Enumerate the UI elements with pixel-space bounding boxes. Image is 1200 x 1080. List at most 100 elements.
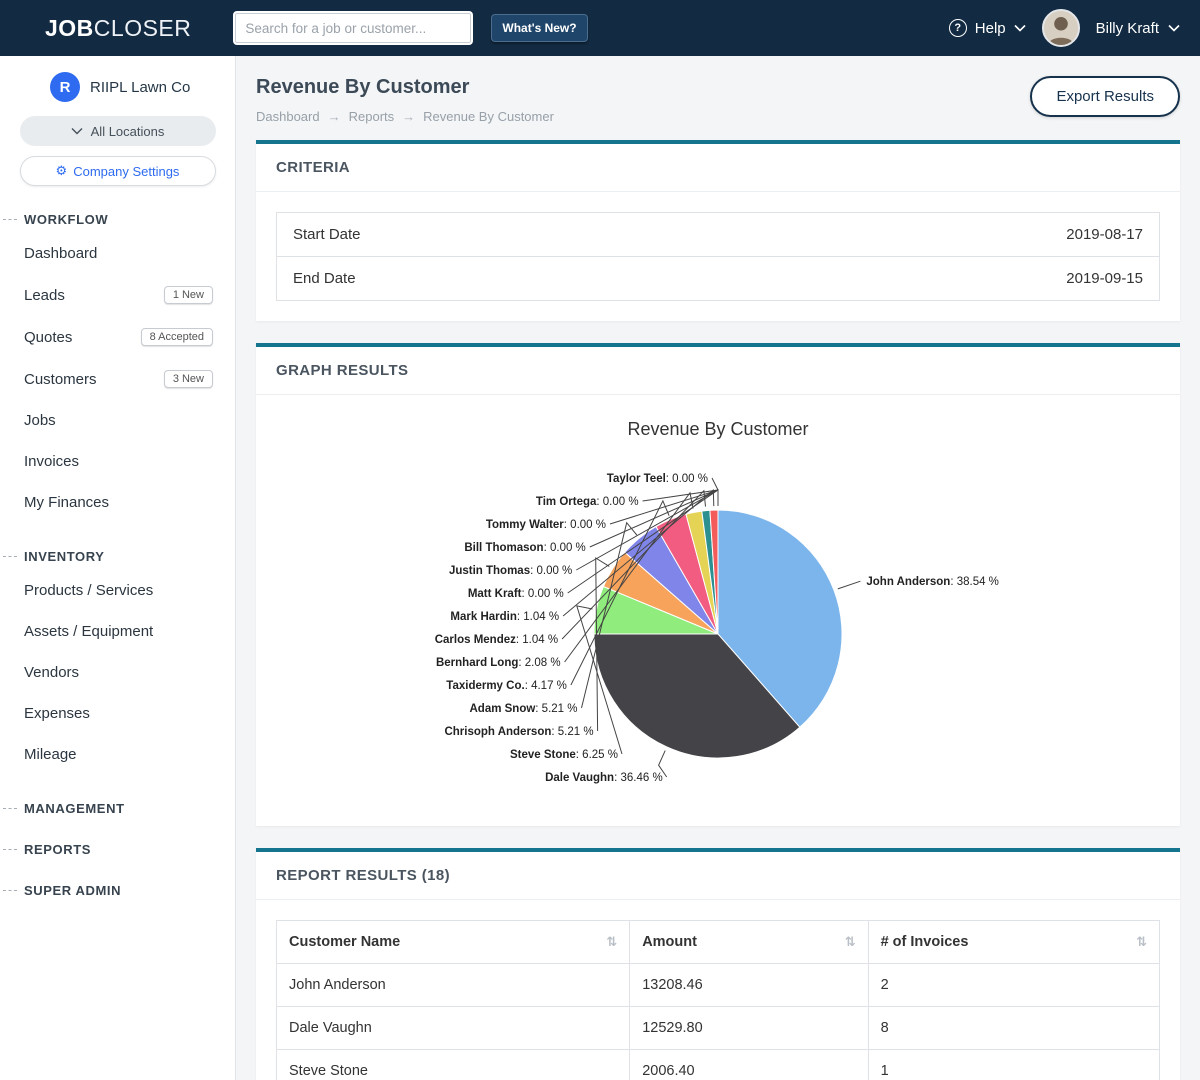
table-cell: Steve Stone <box>277 1050 630 1080</box>
report-card-title: REPORT RESULTS (18) <box>256 852 1180 900</box>
chevron-down-icon <box>71 127 83 135</box>
sidebar-item-dashboard[interactable]: Dashboard <box>0 233 235 274</box>
sidebar-item-mileage[interactable]: Mileage <box>0 734 235 775</box>
breadcrumb-item-revenue-by-customer: Revenue By Customer <box>423 109 554 124</box>
section-dash-icon <box>3 808 17 809</box>
column-header-of-invoices[interactable]: # of Invoices⇅ <box>868 921 1159 964</box>
criteria-label: End Date <box>293 270 356 287</box>
table-cell: 2 <box>868 964 1159 1007</box>
sidebar-item-expenses[interactable]: Expenses <box>0 693 235 734</box>
section-dash-icon <box>3 556 17 557</box>
company-header[interactable]: R RIIPL Lawn Co <box>0 72 235 102</box>
help-menu[interactable]: ? Help <box>949 19 1026 37</box>
pie-label-dale-vaughn: Dale Vaughn: 36.46 % <box>545 772 663 784</box>
sidebar-item-label: Mileage <box>24 746 77 763</box>
column-header-customer-name[interactable]: Customer Name⇅ <box>277 921 630 964</box>
section-label: REPORTS <box>24 842 91 857</box>
table-row[interactable]: Dale Vaughn12529.808 <box>277 1007 1160 1050</box>
sidebar-item-label: Invoices <box>24 453 79 470</box>
section-label: MANAGEMENT <box>24 801 125 816</box>
table-body: John Anderson13208.462Dale Vaughn12529.8… <box>277 964 1160 1080</box>
breadcrumb-arrow-icon: → <box>328 109 341 124</box>
app-logo[interactable]: JOBCLOSER <box>45 15 191 42</box>
section-label: WORKFLOW <box>24 212 108 227</box>
sidebar-item-my-finances[interactable]: My Finances <box>0 482 235 523</box>
user-menu[interactable]: Billy Kraft <box>1096 20 1180 37</box>
status-badge: 8 Accepted <box>141 328 213 346</box>
graph-card-title: GRAPH RESULTS <box>256 347 1180 395</box>
locations-dropdown[interactable]: All Locations <box>20 116 216 146</box>
pie-label-john-anderson: John Anderson: 38.54 % <box>866 576 999 588</box>
sort-icon[interactable]: ⇅ <box>606 934 617 950</box>
pie-label-bernhard-long: Bernhard Long: 2.08 % <box>436 657 561 669</box>
sidebar-item-products-services[interactable]: Products / Services <box>0 570 235 611</box>
pie-chart: Taylor Teel: 0.00 %Tim Ortega: 0.00 %Tom… <box>276 446 1160 806</box>
sort-icon[interactable]: ⇅ <box>1136 934 1147 950</box>
sidebar-item-vendors[interactable]: Vendors <box>0 652 235 693</box>
sidebar-item-label: Expenses <box>24 705 90 722</box>
report-card: REPORT RESULTS (18) Customer Name⇅Amount… <box>256 848 1180 1080</box>
criteria-card: CRITERIA Start Date 2019-08-17 End Date 201… <box>256 140 1180 321</box>
app-logo-bold: JOB <box>45 15 94 41</box>
search-input[interactable] <box>233 11 473 45</box>
top-navbar: JOBCLOSER What's New? ? Help Billy Kraft <box>0 0 1200 56</box>
sidebar-section-workflow[interactable]: WORKFLOW <box>0 212 235 227</box>
sidebar: R RIIPL Lawn Co All Locations ⚙ Company … <box>0 56 236 1080</box>
criteria-row-start-date: Start Date 2019-08-17 <box>277 213 1159 256</box>
criteria-value: 2019-09-15 <box>1066 270 1143 287</box>
section-label: SUPER ADMIN <box>24 883 121 898</box>
sidebar-nav: WORKFLOW DashboardLeads1 New Quotes 8 Accep… <box>0 212 235 898</box>
export-results-button[interactable]: Export Results <box>1030 76 1180 117</box>
pie-label-taxidermy-co: Taxidermy Co.: 4.17 % <box>446 680 567 692</box>
table-cell: 13208.46 <box>630 964 868 1007</box>
pie-label-justin-thomas: Justin Thomas: 0.00 % <box>449 565 572 577</box>
help-label: Help <box>975 20 1006 37</box>
pie-label-chrisoph-anderson: Chrisoph Anderson: 5.21 % <box>444 726 593 738</box>
navbar-right: ? Help Billy Kraft <box>949 9 1180 47</box>
section-label: INVENTORY <box>24 549 105 564</box>
pie-label-tommy-walter: Tommy Walter: 0.00 % <box>486 519 606 531</box>
sidebar-section-inventory[interactable]: INVENTORY <box>0 549 235 564</box>
label-connector-line <box>838 581 861 589</box>
criteria-label: Start Date <box>293 226 361 243</box>
breadcrumb: Dashboard → Reports → Revenue By Customer <box>256 109 554 124</box>
table-row[interactable]: John Anderson13208.462 <box>277 964 1160 1007</box>
locations-label: All Locations <box>91 124 165 139</box>
graph-card: GRAPH RESULTS Revenue By Customer Taylor… <box>256 343 1180 826</box>
sidebar-item-invoices[interactable]: Invoices <box>0 441 235 482</box>
pie-label-steve-stone: Steve Stone: 6.25 % <box>510 749 618 761</box>
sidebar-item-jobs[interactable]: Jobs <box>0 400 235 441</box>
sidebar-section-management[interactable]: MANAGEMENT <box>0 801 235 816</box>
sidebar-item-leads[interactable]: Leads1 New <box>0 274 235 316</box>
pie-label-matt-kraft: Matt Kraft: 0.00 % <box>468 588 564 600</box>
sidebar-item-quotes[interactable]: Quotes 8 Accepted <box>0 316 235 358</box>
sidebar-item-assets-equipment[interactable]: Assets / Equipment <box>0 611 235 652</box>
table-cell: 1 <box>868 1050 1159 1080</box>
column-header-amount[interactable]: Amount ⇅ <box>630 921 868 964</box>
breadcrumb-arrow-icon: → <box>402 109 415 124</box>
sidebar-section-super-admin[interactable]: SUPER ADMIN <box>0 883 235 898</box>
sidebar-item-label: Quotes <box>24 329 72 346</box>
table-cell: Dale Vaughn <box>277 1007 630 1050</box>
company-settings-button[interactable]: ⚙ Company Settings <box>20 156 216 186</box>
criteria-card-title: CRITERIA <box>256 144 1180 192</box>
table-cell: 2006.40 <box>630 1050 868 1080</box>
table-row[interactable]: Steve Stone2006.401 <box>277 1050 1160 1080</box>
criteria-value: 2019-08-17 <box>1066 226 1143 243</box>
user-name: Billy Kraft <box>1096 20 1159 37</box>
sort-icon[interactable]: ⇅ <box>845 934 856 950</box>
column-header-label: Amount <box>642 934 697 950</box>
criteria-table: Start Date 2019-08-17 End Date 2019-09-15 <box>276 212 1160 301</box>
section-dash-icon <box>3 219 17 220</box>
sidebar-item-customers[interactable]: Customers3 New <box>0 358 235 400</box>
pie-label-carlos-mendez: Carlos Mendez: 1.04 % <box>435 634 558 646</box>
pie-label-tim-ortega: Tim Ortega: 0.00 % <box>536 496 639 508</box>
sidebar-item-label: Products / Services <box>24 582 153 599</box>
user-avatar[interactable] <box>1042 9 1080 47</box>
chevron-down-icon <box>1014 24 1026 32</box>
sidebar-section-reports[interactable]: REPORTS <box>0 842 235 857</box>
help-icon: ? <box>949 19 967 37</box>
breadcrumb-item-reports[interactable]: Reports <box>349 109 395 124</box>
whats-new-button[interactable]: What's New? <box>491 14 587 42</box>
breadcrumb-item-dashboard[interactable]: Dashboard <box>256 109 320 124</box>
